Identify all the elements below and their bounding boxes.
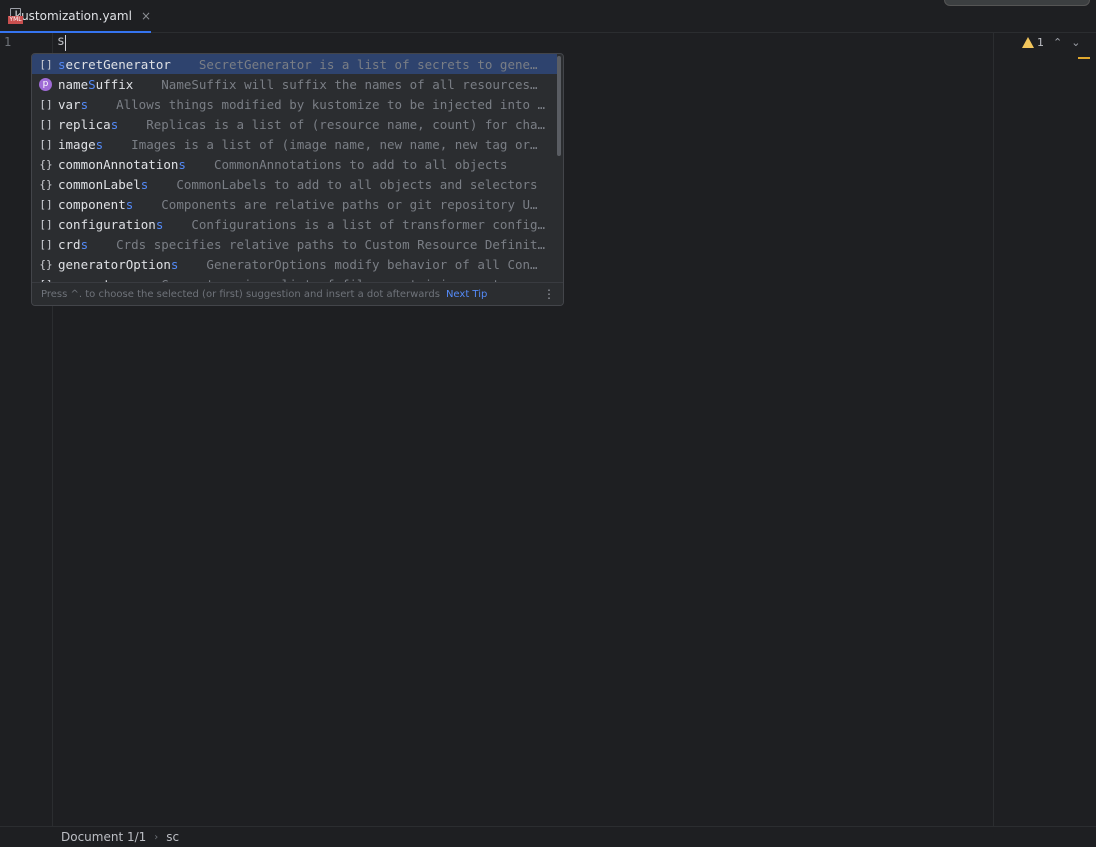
property-icon: p <box>39 77 52 91</box>
array-icon: [] <box>39 217 53 231</box>
completion-item[interactable]: {} commonLabels CommonLabels to add to all… <box>32 174 557 194</box>
popup-scrollbar[interactable] <box>557 56 561 156</box>
breadcrumb-separator: › <box>154 831 159 843</box>
completion-item[interactable]: p nameSuffix NameSuffix will suffix the na… <box>32 74 557 94</box>
tab-label: kustomization.yaml <box>14 9 132 23</box>
warning-count: 1 <box>1037 36 1044 49</box>
completion-item-name: commonAnnotations <box>58 156 186 172</box>
completion-item-name: images <box>58 136 104 152</box>
completion-item-name: crds <box>58 236 89 252</box>
completion-item[interactable]: [] replicas Replicas is a list of (resourc… <box>32 114 557 134</box>
completion-item[interactable]: [] crds Crds specifies relative paths to C… <box>32 234 557 254</box>
completion-item-description: Configurations is a list of transformer … <box>191 216 546 232</box>
right-margin-divider <box>993 33 994 826</box>
completion-item[interactable]: [] configurations Configurations is a list… <box>32 214 557 234</box>
array-icon: [] <box>39 197 53 211</box>
completion-hint: Press ^. to choose the selected (or firs… <box>41 288 440 300</box>
completion-footer: Press ^. to choose the selected (or firs… <box>32 282 563 305</box>
array-icon: [] <box>39 57 53 71</box>
completion-item[interactable]: {} commonAnnotations CommonAnnotations to … <box>32 154 557 174</box>
object-icon: {} <box>39 257 53 271</box>
completion-item[interactable]: [] images Images is a list of (image name,… <box>32 134 557 154</box>
completion-item-description: Crds specifies relative paths to Custom … <box>116 236 546 252</box>
completion-item[interactable]: [] secretGenerator SecretGenerator is a li… <box>32 54 557 74</box>
completion-item-name: commonLabels <box>58 176 149 192</box>
line-number: 1 <box>4 35 12 49</box>
more-options-icon[interactable]: ⋮ <box>543 287 555 301</box>
toolbar-widget[interactable] <box>944 0 1090 6</box>
breadcrumb-current[interactable]: sc <box>166 830 179 844</box>
next-tip-link[interactable]: Next Tip <box>446 289 487 300</box>
object-icon: {} <box>39 157 53 171</box>
status-bar: Document 1/1 › sc <box>0 826 1096 847</box>
completion-item[interactable]: [] vars Allows things modified by kustomiz… <box>32 94 557 114</box>
editor-text[interactable]: s <box>57 34 65 49</box>
completion-item-description: Allows things modified by kustomize to b… <box>116 96 546 112</box>
object-icon: {} <box>39 177 53 191</box>
completion-item-name: vars <box>58 96 89 112</box>
chevron-down-icon[interactable]: ⌄ <box>1071 36 1080 49</box>
text-caret <box>65 35 66 51</box>
completion-item-name: nameSuffix <box>58 76 134 92</box>
completion-item-description: NameSuffix will suffix the names of all … <box>161 76 538 92</box>
chevron-up-icon[interactable]: ⌃ <box>1053 36 1062 49</box>
editor-tab-bar: YML kustomization.yaml × <box>0 0 1096 33</box>
completion-item-description: GeneratorOptions modify behavior of all … <box>206 256 538 272</box>
inspections-widget[interactable]: 1 ⌃ ⌄ <box>1022 36 1080 49</box>
completion-item-description: CommonLabels to add to all objects and s… <box>176 176 538 192</box>
completion-item-name: secretGenerator <box>58 56 171 72</box>
completion-item-description: SecretGenerator is a list of secrets to … <box>198 56 538 72</box>
tab-kustomization-yaml[interactable]: YML kustomization.yaml × <box>0 0 151 33</box>
completion-popup: [] secretGenerator SecretGenerator is a li… <box>31 53 564 306</box>
completion-item-description: Replicas is a list of (resource name, co… <box>146 116 546 132</box>
completion-item-description: Images is a list of (image name, new nam… <box>131 136 538 152</box>
completion-item[interactable]: [] components Components are relative path… <box>32 194 557 214</box>
close-icon[interactable]: × <box>141 9 151 23</box>
warning-stripe-marker[interactable] <box>1078 57 1090 59</box>
breadcrumb-document[interactable]: Document 1/1 <box>61 830 146 844</box>
array-icon: [] <box>39 137 53 151</box>
completion-item-name: replicas <box>58 116 119 132</box>
completion-item-name: components <box>58 196 134 212</box>
yaml-file-icon: YML <box>8 7 23 25</box>
array-icon: [] <box>39 97 53 111</box>
warning-icon <box>1022 37 1034 48</box>
completion-item-description: Components are relative paths or git rep… <box>161 196 538 212</box>
array-icon: [] <box>39 117 53 131</box>
array-icon: [] <box>39 237 53 251</box>
completion-item-name: configurations <box>58 216 164 232</box>
completion-item[interactable]: {} generatorOptions GeneratorOptions modif… <box>32 254 557 274</box>
completion-item-description: CommonAnnotations to add to all objects <box>213 156 508 172</box>
completion-item-name: generatorOptions <box>58 256 179 272</box>
